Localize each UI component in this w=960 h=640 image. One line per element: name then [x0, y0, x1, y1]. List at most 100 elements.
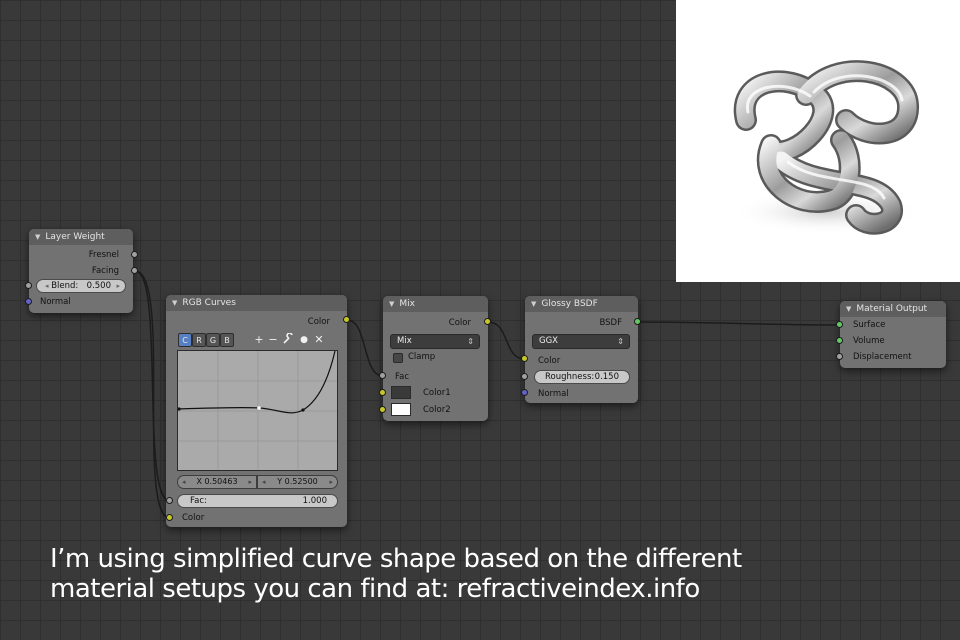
socket-surface[interactable]: [836, 321, 843, 328]
socket-curves-color-in[interactable]: [166, 514, 173, 521]
distribution-select[interactable]: GGX ⇕: [532, 334, 630, 349]
mix-node[interactable]: ▼ Mix Color Mix ⇕ Clamp Fac Color1 Color2: [383, 296, 488, 421]
socket-glossy-roughness[interactable]: [521, 373, 528, 380]
input-label-normal: Normal: [40, 297, 71, 307]
channel-button-r[interactable]: R: [192, 333, 206, 347]
node-title: Glossy BSDF: [541, 299, 598, 309]
right-arrow-icon[interactable]: ▸: [329, 476, 333, 488]
curve-graph[interactable]: [177, 350, 337, 470]
roughness-value: 0.150: [594, 372, 619, 382]
collapse-triangle-icon[interactable]: ▼: [846, 305, 851, 313]
glossy-bsdf-node[interactable]: ▼ Glossy BSDF BSDF GGX ⇕ Color Roughness:…: [525, 296, 638, 403]
channel-button-b[interactable]: B: [220, 333, 234, 347]
layer-weight-node[interactable]: ▼ Layer Weight Fresnel Facing ◂ Blend: 0.…: [29, 229, 133, 313]
blend-field[interactable]: ◂ Blend: 0.500 ▸: [36, 279, 126, 293]
distribution-value: GGX: [539, 336, 558, 346]
zoom-out-icon[interactable]: −: [267, 333, 279, 347]
socket-displacement[interactable]: [836, 353, 843, 360]
clamp-checkbox[interactable]: [393, 353, 403, 363]
node-header[interactable]: ▼ Layer Weight: [29, 229, 133, 245]
blend-mode-select[interactable]: Mix ⇕: [390, 334, 480, 349]
output-label-color: Color: [448, 318, 471, 328]
blend-value: 0.500: [86, 281, 111, 291]
node-title: Layer Weight: [45, 232, 105, 242]
output-label-color: Color: [307, 317, 330, 327]
socket-blend[interactable]: [25, 282, 32, 289]
socket-fresnel[interactable]: [131, 251, 138, 258]
collapse-triangle-icon[interactable]: ▼: [389, 300, 394, 308]
node-header[interactable]: ▼ Material Output: [840, 301, 946, 317]
channel-button-g[interactable]: G: [206, 333, 220, 347]
curve-point: [177, 407, 181, 411]
left-arrow-icon[interactable]: ◂: [182, 476, 186, 488]
socket-glossy-normal[interactable]: [521, 389, 528, 396]
socket-facing[interactable]: [131, 267, 138, 274]
color1-swatch[interactable]: [391, 386, 411, 399]
input-label-displacement: Displacement: [853, 352, 912, 362]
render-preview: [676, 0, 960, 282]
socket-curves-color-out[interactable]: [343, 316, 350, 323]
chrome-knot-render: [731, 60, 921, 235]
node-title: Mix: [399, 299, 415, 309]
right-arrow-icon[interactable]: ▸: [248, 476, 252, 488]
right-arrow-icon[interactable]: ▸: [116, 280, 120, 292]
socket-glossy-bsdf-out[interactable]: [634, 318, 641, 325]
collapse-triangle-icon[interactable]: ▼: [172, 299, 177, 307]
caption-line-1: I’m using simplified curve shape based o…: [50, 544, 742, 574]
input-label-surface: Surface: [853, 320, 886, 330]
node-title: RGB Curves: [182, 298, 236, 308]
collapse-triangle-icon[interactable]: ▼: [531, 300, 536, 308]
fac-field[interactable]: Fac: 1.000: [177, 494, 338, 508]
link-curves-to-mix-fac: [346, 319, 384, 377]
wrench-icon[interactable]: [282, 332, 294, 348]
output-label-fresnel: Fresnel: [88, 250, 119, 260]
delete-point-icon[interactable]: ✕: [313, 333, 325, 347]
material-output-node[interactable]: ▼ Material Output Surface Volume Displace…: [840, 301, 946, 368]
node-header[interactable]: ▼ Mix: [383, 296, 488, 312]
y-coordinate-field[interactable]: ◂ Y 0.52500 ▸: [257, 475, 338, 489]
zoom-in-icon[interactable]: +: [253, 333, 265, 347]
socket-mix-fac[interactable]: [379, 372, 386, 379]
x-readout: X 0.50463: [196, 477, 238, 486]
input-label-color: Color: [182, 513, 205, 523]
socket-mix-color-out[interactable]: [484, 318, 491, 325]
socket-curves-fac[interactable]: [166, 497, 173, 504]
input-label-color1: Color1: [423, 388, 451, 398]
input-label-color2: Color2: [423, 405, 451, 415]
curve-point-selected: [257, 406, 261, 410]
socket-volume[interactable]: [836, 337, 843, 344]
blend-label: Blend:: [51, 281, 79, 291]
link-facing-to-fac: [134, 270, 171, 502]
link-mix-to-glossy-color: [487, 321, 526, 360]
node-header[interactable]: ▼ RGB Curves: [166, 295, 347, 311]
clamp-label[interactable]: Clamp: [408, 352, 435, 362]
clipping-dot-icon[interactable]: ●: [298, 333, 310, 347]
input-label-normal: Normal: [538, 389, 569, 399]
curve-editor[interactable]: [177, 350, 338, 471]
fac-label: Fac:: [190, 496, 207, 506]
curve-point: [301, 408, 305, 412]
link-glossy-to-surface: [637, 321, 841, 326]
rgb-curves-node[interactable]: ▼ RGB Curves Color C R G B + − ● ✕ ◂ X 0.…: [166, 295, 347, 527]
socket-glossy-color[interactable]: [521, 355, 528, 362]
blend-mode-value: Mix: [397, 336, 412, 346]
left-arrow-icon[interactable]: ◂: [262, 476, 266, 488]
color2-swatch[interactable]: [391, 403, 411, 416]
node-header[interactable]: ▼ Glossy BSDF: [525, 296, 638, 312]
collapse-triangle-icon[interactable]: ▼: [35, 233, 40, 241]
updown-arrows-icon: ⇕: [467, 337, 474, 346]
socket-normal[interactable]: [25, 298, 32, 305]
input-label-color: Color: [538, 356, 561, 366]
y-readout: Y 0.52500: [277, 477, 318, 486]
output-label-facing: Facing: [91, 266, 119, 276]
roughness-field[interactable]: Roughness: 0.150: [534, 370, 630, 384]
socket-mix-color2[interactable]: [379, 406, 386, 413]
left-arrow-icon[interactable]: ◂: [45, 282, 49, 290]
curve-line: [177, 350, 336, 414]
input-label-volume: Volume: [853, 336, 885, 346]
socket-mix-color1[interactable]: [379, 389, 386, 396]
channel-button-c[interactable]: C: [178, 333, 192, 347]
x-coordinate-field[interactable]: ◂ X 0.50463 ▸: [177, 475, 257, 489]
output-label-bsdf: BSDF: [599, 318, 622, 328]
caption: I’m using simplified curve shape based o…: [50, 544, 930, 604]
